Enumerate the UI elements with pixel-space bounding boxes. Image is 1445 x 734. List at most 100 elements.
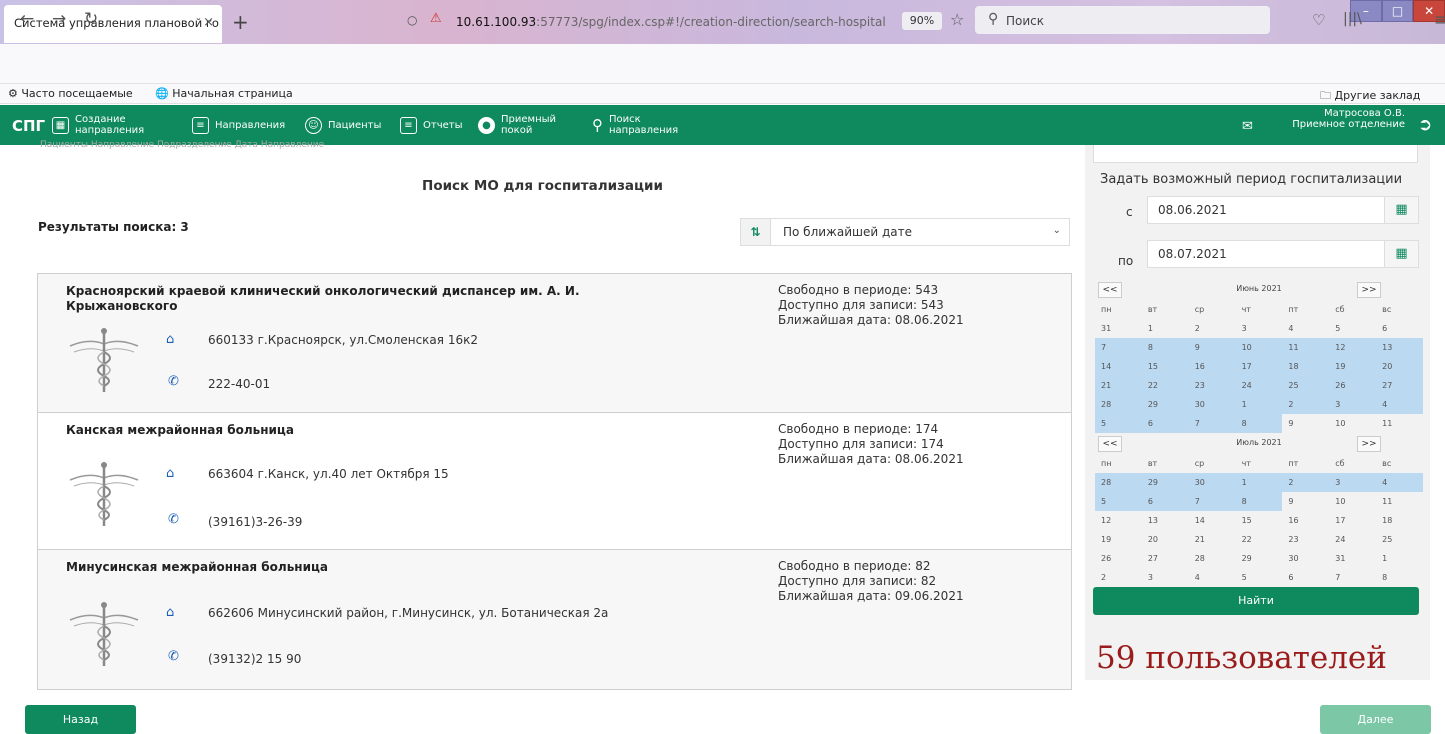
calendar-day[interactable]: 29 [1236, 549, 1283, 568]
browser-tab[interactable]: Система управления плановой го × [4, 5, 222, 43]
calendar-day[interactable]: 26 [1095, 549, 1142, 568]
calendar-day[interactable]: 7 [1095, 338, 1142, 357]
calendar-day[interactable]: 7 [1188, 492, 1236, 511]
calendar-day[interactable]: 6 [1141, 492, 1189, 511]
calendar-day[interactable]: 14 [1189, 511, 1236, 530]
calendar-day[interactable]: 16 [1188, 357, 1236, 376]
hospital-name[interactable]: Красноярский краевой клинический онколог… [66, 284, 626, 314]
calendar-day[interactable]: 12 [1329, 338, 1377, 357]
calendar-icon[interactable]: ▦ [1385, 240, 1419, 268]
calendar-day[interactable]: 24 [1235, 376, 1283, 395]
zoom-level[interactable]: 90% [902, 12, 942, 30]
calendar-day[interactable]: 4 [1282, 319, 1329, 338]
calendar-day[interactable]: 27 [1142, 549, 1189, 568]
calendar-day[interactable]: 21 [1095, 376, 1142, 395]
calendar-day[interactable]: 3 [1329, 395, 1377, 414]
calendar-day[interactable]: 8 [1376, 568, 1423, 587]
calendar-day[interactable]: 20 [1376, 357, 1423, 376]
calendar-day[interactable]: 10 [1329, 414, 1376, 433]
hamburger-menu-icon[interactable]: ≡ [1434, 10, 1445, 29]
calendar-day[interactable]: 19 [1329, 357, 1377, 376]
nav-directions[interactable]: ≡ Направления [192, 105, 285, 145]
calendar-day[interactable]: 25 [1282, 376, 1330, 395]
calendar-day[interactable]: 11 [1376, 414, 1423, 433]
bookmark-frequent[interactable]: ⚙ Часто посещаемые [8, 87, 133, 100]
calendar-next-button[interactable]: >> [1357, 282, 1381, 298]
calendar-day[interactable]: 5 [1236, 568, 1283, 587]
calendar-icon[interactable]: ▦ [1385, 196, 1419, 224]
calendar-day[interactable]: 23 [1282, 530, 1329, 549]
calendar-day[interactable]: 30 [1188, 473, 1236, 492]
tab-close-icon[interactable]: × [203, 15, 214, 30]
calendar-day[interactable]: 4 [1376, 473, 1423, 492]
new-tab-button[interactable]: + [232, 10, 249, 34]
calendar-day[interactable]: 23 [1188, 376, 1236, 395]
calendar-day[interactable]: 24 [1329, 530, 1376, 549]
calendar-day[interactable]: 2 [1095, 568, 1142, 587]
calendar-day[interactable]: 7 [1188, 414, 1236, 433]
calendar-day[interactable]: 13 [1376, 338, 1423, 357]
calendar-day[interactable]: 3 [1329, 473, 1377, 492]
calendar-day[interactable]: 9 [1188, 338, 1236, 357]
user-info[interactable]: Матросова О.В. Приемное отделение [1270, 105, 1405, 145]
calendar-day[interactable]: 10 [1329, 492, 1376, 511]
sort-order-icon[interactable]: ⇅ [740, 218, 770, 246]
calendar-day[interactable]: 28 [1095, 395, 1142, 414]
bookmark-home[interactable]: 🌐 Начальная страница [155, 87, 293, 100]
nav-reports[interactable]: ≡ Отчеты [400, 105, 462, 145]
calendar-day[interactable]: 2 [1282, 395, 1330, 414]
calendar-day[interactable]: 13 [1142, 511, 1189, 530]
calendar-day[interactable]: 6 [1376, 319, 1423, 338]
calendar-day[interactable]: 19 [1095, 530, 1142, 549]
calendar-day[interactable]: 1 [1235, 395, 1283, 414]
calendar-day[interactable]: 7 [1329, 568, 1376, 587]
pocket-icon[interactable]: ♡ [1312, 11, 1325, 29]
hospital-name[interactable]: Минусинская межрайонная больница [66, 560, 626, 575]
calendar-day[interactable]: 15 [1236, 511, 1283, 530]
calendar-day[interactable]: 8 [1235, 414, 1283, 433]
nav-patients[interactable]: ☺ Пациенты [305, 105, 381, 145]
calendar-day[interactable]: 4 [1189, 568, 1236, 587]
calendar-day[interactable]: 16 [1282, 511, 1329, 530]
calendar-day[interactable]: 5 [1095, 414, 1142, 433]
calendar-day[interactable]: 10 [1235, 338, 1283, 357]
calendar-day[interactable]: 1 [1376, 549, 1423, 568]
calendar-day[interactable]: 31 [1095, 319, 1142, 338]
library-icon[interactable]: |||\ [1343, 11, 1362, 27]
next-button[interactable]: Далее [1320, 705, 1431, 734]
date-from-input[interactable]: 08.06.2021 [1147, 196, 1385, 224]
calendar-day[interactable]: 20 [1142, 530, 1189, 549]
reload-icon[interactable]: ↻ [84, 9, 98, 29]
nav-create-direction[interactable]: ▦ Создание направления [52, 105, 145, 145]
calendar-day[interactable]: 30 [1282, 549, 1329, 568]
bookmark-star-icon[interactable]: ☆ [950, 10, 964, 29]
calendar-day[interactable]: 29 [1141, 395, 1189, 414]
calendar-day[interactable]: 17 [1235, 357, 1283, 376]
calendar-day[interactable]: 30 [1188, 395, 1236, 414]
calendar-day[interactable]: 3 [1142, 568, 1189, 587]
logout-icon[interactable]: ➲ [1418, 115, 1432, 135]
calendar-day[interactable]: 29 [1141, 473, 1189, 492]
url-field[interactable]: 10.61.100.93:57773/spg/index.csp#!/creat… [456, 15, 886, 29]
panel-top-field[interactable] [1093, 145, 1418, 163]
calendar-next-button[interactable]: >> [1357, 436, 1381, 452]
calendar-day[interactable]: 6 [1282, 568, 1329, 587]
calendar-day[interactable]: 2 [1189, 319, 1236, 338]
calendar-day[interactable]: 26 [1329, 376, 1377, 395]
calendar-day[interactable]: 15 [1141, 357, 1189, 376]
calendar-day[interactable]: 2 [1282, 473, 1330, 492]
calendar-day[interactable]: 11 [1376, 492, 1423, 511]
find-button[interactable]: Найти [1093, 587, 1419, 615]
calendar-day[interactable]: 1 [1142, 319, 1189, 338]
calendar-day[interactable]: 11 [1282, 338, 1330, 357]
calendar-day[interactable]: 9 [1282, 492, 1329, 511]
calendar-day[interactable]: 5 [1095, 492, 1142, 511]
calendar-day[interactable]: 3 [1236, 319, 1283, 338]
other-bookmarks[interactable]: 🗀 Другие заклад [1320, 87, 1420, 106]
calendar-day[interactable]: 28 [1095, 473, 1142, 492]
calendar-day[interactable]: 28 [1189, 549, 1236, 568]
list-item[interactable]: Красноярский краевой клинический онколог… [38, 274, 1071, 413]
calendar-day[interactable]: 18 [1376, 511, 1423, 530]
calendar-day[interactable]: 12 [1095, 511, 1142, 530]
app-logo[interactable]: СПГ [12, 117, 45, 135]
